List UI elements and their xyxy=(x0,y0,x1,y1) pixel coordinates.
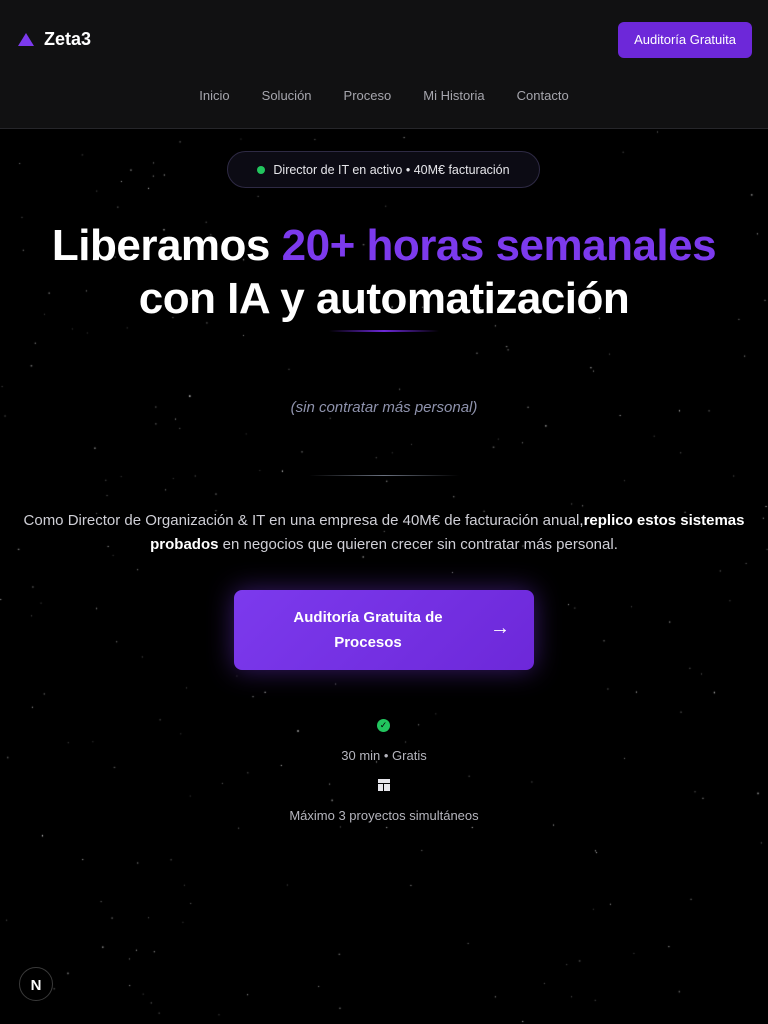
headline-part-2: con IA y automatización xyxy=(138,274,630,323)
main-nav: Inicio Solución Proceso Mi Historia Cont… xyxy=(0,88,768,103)
audit-cta-button[interactable]: Auditoría Gratuita de Procesos → xyxy=(234,590,534,670)
credential-badge: Director de IT en activo • 40M€ facturac… xyxy=(227,151,540,188)
layout-icon xyxy=(378,779,390,791)
headline-part-1: Liberamos xyxy=(51,221,282,270)
capacity-info: Máximo 3 proyectos simultáneos xyxy=(289,808,479,823)
duration-info: 30 min • Gratis xyxy=(341,748,427,763)
nav-link-solucion[interactable]: Solución xyxy=(262,88,312,103)
credential-badge-text: Director de IT en activo • 40M€ facturac… xyxy=(273,162,510,177)
description-suffix: en negocios que quieren crecer sin contr… xyxy=(218,536,618,553)
triangle-logo-icon xyxy=(18,33,34,46)
nav-link-contacto[interactable]: Contacto xyxy=(517,88,569,103)
cta-label: Auditoría Gratuita de Procesos xyxy=(293,609,443,651)
nav-link-proceso[interactable]: Proceso xyxy=(344,88,392,103)
nav-link-inicio[interactable]: Inicio xyxy=(199,88,229,103)
dev-tools-badge[interactable]: N xyxy=(19,967,53,1001)
status-dot-icon xyxy=(257,165,266,174)
hero-headline: Liberamos 20+ horas semanales con IA y a… xyxy=(0,219,768,325)
header-audit-button[interactable]: Auditoría Gratuita xyxy=(618,22,752,58)
logo-text: Zeta3 xyxy=(44,29,92,49)
arrow-right-icon: → xyxy=(490,617,510,639)
headline-accent: 20+ horas semanales xyxy=(281,221,717,270)
nav-link-mi-historia[interactable]: Mi Historia xyxy=(423,88,484,103)
check-circle-icon: ✓ xyxy=(377,719,390,732)
section-divider xyxy=(309,475,459,476)
hero-description: Como Director de Organización & IT en un… xyxy=(10,509,758,557)
logo[interactable]: Zeta3 xyxy=(18,29,91,50)
headline-glow-divider xyxy=(329,330,439,332)
hero-subtitle: (sin contratar más personal) xyxy=(290,399,478,416)
site-header: Zeta3 Auditoría Gratuita Inicio Solución… xyxy=(0,0,768,129)
description-prefix: Como Director de Organización & IT en un… xyxy=(23,512,584,529)
